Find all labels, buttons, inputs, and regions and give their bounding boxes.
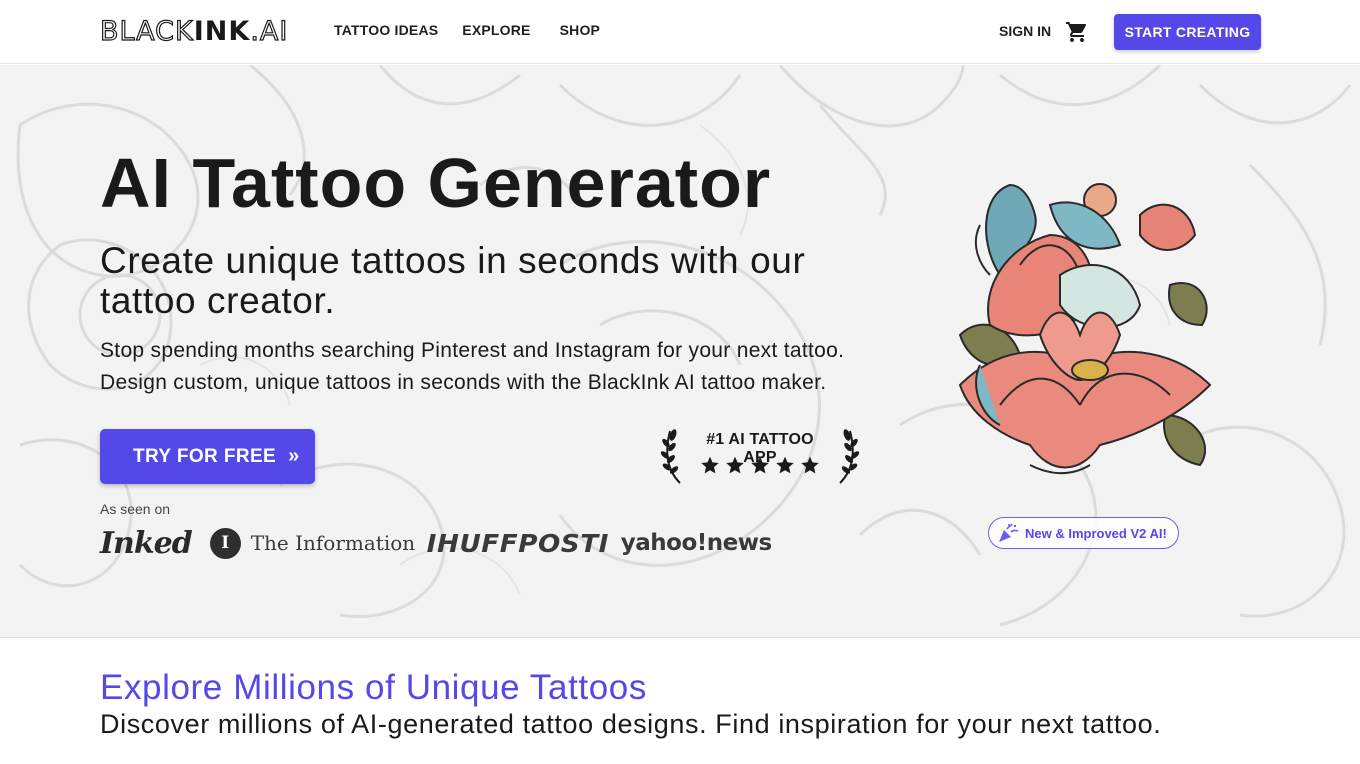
main-nav: TATTOO IDEAS EXPLORE SHOP [334,22,600,38]
nav-tattoo-ideas[interactable]: TATTOO IDEAS [334,22,438,38]
explore-subtitle: Discover millions of AI-generated tattoo… [100,709,1162,739]
hero-subtitle: Create unique tattoos in seconds with ou… [100,240,806,321]
sign-in-link[interactable]: SIGN IN [999,23,1051,39]
start-creating-button[interactable]: START CREATING [1114,14,1261,50]
huffpost-logo: IHUFFPOSTI [426,528,610,558]
site-header: BLACK INK .AI TATTOO IDEAS EXPLORE SHOP SI… [0,0,1360,64]
as-seen-on-label: As seen on [100,501,171,517]
star-icon [776,456,794,474]
the-information-logo: I The Information [209,527,416,559]
nav-shop[interactable]: SHOP [560,22,600,38]
hero-description-line-2: Design custom, unique tattoos in seconds… [100,371,827,394]
logo-light-text: BLACK [99,15,194,47]
the-information-text: The Information [250,531,416,555]
hero-title: AI Tattoo Generator [100,144,772,222]
star-icon [701,456,719,474]
laurel-left-icon [660,429,681,484]
try-for-free-label: TRY FOR FREE [133,445,277,467]
hero-description: Stop spending months searching Pinterest… [100,335,860,399]
award-badge: #1 AI TATTOO APP [660,427,860,487]
lotus-tattoo-image [958,183,1212,475]
explore-title: Explore Millions of Unique Tattoos [100,668,647,707]
party-popper-icon [999,523,1019,542]
the-information-mark-icon: I [209,527,241,559]
star-rating [700,455,820,475]
laurel-right-icon [839,429,860,484]
new-improved-badge[interactable]: New & Improved V2 AI! [988,517,1179,549]
inked-logo: Inked [100,525,193,561]
logo-bold-text: INK [193,15,251,47]
press-logos: Inked I The Information IHUFFPOSTI yahoo… [100,523,772,563]
logo-suffix-text: .AI [250,15,289,47]
badge-text: New & Improved V2 AI! [1025,525,1167,541]
star-icon [726,456,744,474]
try-for-free-button[interactable]: TRY FOR FREE » [100,429,315,484]
logo[interactable]: BLACK INK .AI [99,15,289,47]
hero-section: AI Tattoo Generator Create unique tattoo… [0,65,1360,638]
double-chevron-right-icon: » [288,445,300,467]
nav-explore[interactable]: EXPLORE [462,22,530,38]
star-icon [751,456,769,474]
yahoo-news-logo: yahoo!news [620,530,772,556]
star-icon [801,456,819,474]
hero-description-line-1: Stop spending months searching Pinterest… [100,339,845,362]
shopping-cart-icon[interactable] [1065,20,1089,44]
